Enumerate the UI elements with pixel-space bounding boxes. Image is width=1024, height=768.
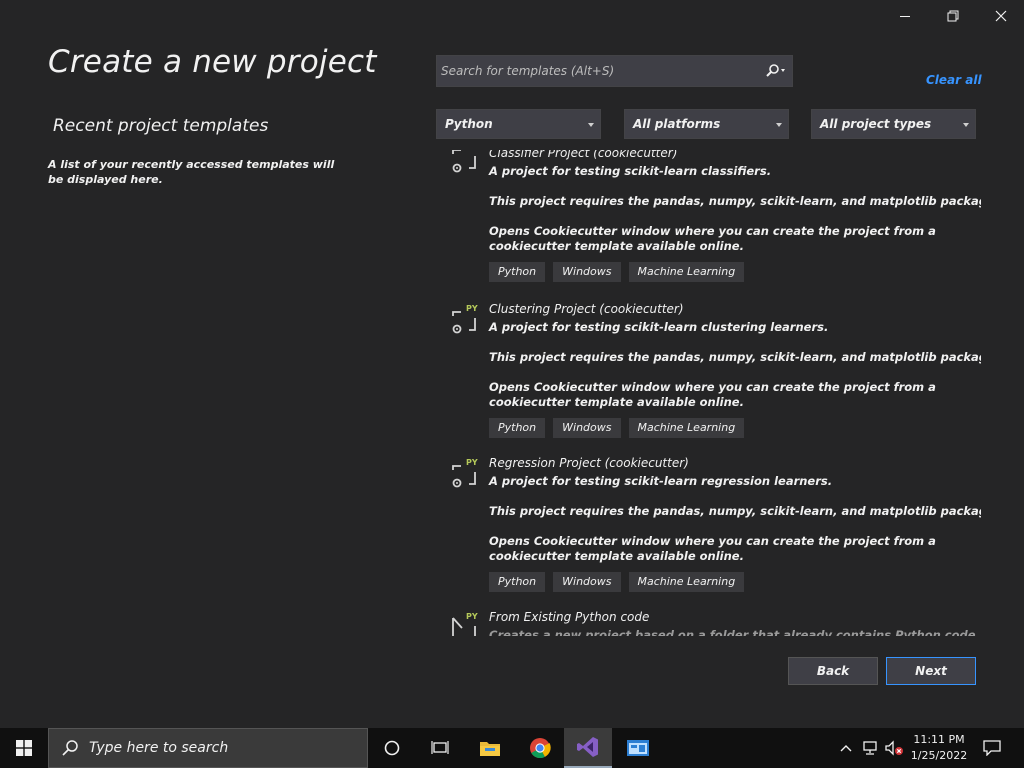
back-button[interactable]: Back xyxy=(788,657,878,685)
template-title: From Existing Python code xyxy=(489,610,650,624)
chrome-icon xyxy=(530,738,551,759)
template-item-existing-code[interactable]: PY From Existing Python code Creates a n… xyxy=(436,608,981,636)
create-project-window: Create a new project Recent project temp… xyxy=(0,0,1024,728)
template-summary: Creates a new project based on a folder … xyxy=(489,628,980,636)
close-icon xyxy=(995,10,1007,22)
volume-muted-icon xyxy=(885,740,903,756)
template-summary: A project for testing scikit-learn regre… xyxy=(489,474,833,488)
template-item-clustering[interactable]: PY Clustering Project (cookiecutter) A p… xyxy=(436,300,981,450)
taskbar-search-placeholder: Type here to search xyxy=(89,740,229,756)
chevron-up-icon xyxy=(840,745,852,752)
template-title: Regression Project (cookiecutter) xyxy=(489,456,689,470)
tag-language: Python xyxy=(489,418,546,438)
network-icon xyxy=(863,741,877,755)
task-view-button[interactable] xyxy=(416,728,464,768)
svg-text:PY: PY xyxy=(466,612,478,621)
svg-text:PY: PY xyxy=(466,304,478,313)
chevron-down-icon xyxy=(963,123,969,127)
search-button[interactable] xyxy=(762,60,790,82)
template-tags: Python Windows Machine Learning xyxy=(489,572,745,592)
template-description-line: Opens Cookiecutter window where you can … xyxy=(489,380,936,394)
platform-filter-dropdown[interactable]: All platforms xyxy=(624,109,789,139)
next-button[interactable]: Next xyxy=(886,657,976,685)
clock-date: 1/25/2022 xyxy=(910,749,968,762)
template-list[interactable]: Classifier Project (cookiecutter) A proj… xyxy=(436,150,981,636)
restore-icon xyxy=(947,10,959,22)
template-search-input[interactable] xyxy=(441,56,751,86)
search-icon xyxy=(62,740,78,756)
network-button[interactable] xyxy=(860,728,882,768)
recent-templates-heading: Recent project templates xyxy=(53,116,269,136)
restore-button[interactable] xyxy=(930,4,976,28)
file-explorer-button[interactable] xyxy=(466,728,514,768)
cortana-icon xyxy=(384,740,400,756)
template-requirements: This project requires the pandas, numpy,… xyxy=(489,350,981,364)
template-requirements: This project requires the pandas, numpy,… xyxy=(489,194,981,208)
tag-platform: Windows xyxy=(553,262,621,282)
tag-language: Python xyxy=(489,572,546,592)
project-type-filter-dropdown[interactable]: All project types xyxy=(811,109,976,139)
tag-platform: Windows xyxy=(553,418,621,438)
platform-filter-value: All platforms xyxy=(633,117,721,131)
visual-studio-button[interactable] xyxy=(564,728,612,768)
language-filter-dropdown[interactable]: Python xyxy=(436,109,601,139)
chrome-button[interactable] xyxy=(516,728,564,768)
python-project-icon: PY xyxy=(452,612,478,636)
action-center-button[interactable] xyxy=(978,728,1006,768)
minimize-icon xyxy=(900,15,910,17)
template-tags: Python Windows Machine Learning xyxy=(489,262,745,282)
template-requirements: This project requires the pandas, numpy,… xyxy=(489,504,981,518)
start-button[interactable] xyxy=(0,728,48,768)
python-project-icon: PY xyxy=(452,458,478,488)
tag-project-type: Machine Learning xyxy=(628,418,745,438)
show-hidden-icons-button[interactable] xyxy=(836,728,856,768)
template-description-line: cookiecutter template available online. xyxy=(489,395,744,409)
windows-logo-icon xyxy=(16,740,32,756)
clock-time: 11:11 PM xyxy=(913,733,965,746)
tag-project-type: Machine Learning xyxy=(628,572,745,592)
template-summary: A project for testing scikit-learn class… xyxy=(489,164,772,178)
template-title: Clustering Project (cookiecutter) xyxy=(489,302,684,316)
template-description-line: cookiecutter template available online. xyxy=(489,549,744,563)
template-description-line: Opens Cookiecutter window where you can … xyxy=(489,534,936,548)
chevron-down-icon xyxy=(776,123,782,127)
cortana-button[interactable] xyxy=(368,728,416,768)
notification-icon xyxy=(983,740,1001,756)
search-icon xyxy=(766,64,785,77)
template-search-box[interactable] xyxy=(436,55,793,87)
tag-project-type: Machine Learning xyxy=(628,262,745,282)
template-description-line: cookiecutter template available online. xyxy=(489,239,744,253)
recent-templates-empty-text: A list of your recently accessed templat… xyxy=(48,158,335,186)
volume-button[interactable] xyxy=(884,728,906,768)
task-view-icon xyxy=(431,741,449,754)
taskbar-clock[interactable]: 11:11 PM 1/25/2022 xyxy=(906,732,972,764)
control-panel-icon xyxy=(627,740,649,756)
chevron-down-icon xyxy=(588,123,594,127)
minimize-button[interactable] xyxy=(882,4,928,28)
svg-text:PY: PY xyxy=(466,458,478,467)
tag-platform: Windows xyxy=(553,572,621,592)
tag-language: Python xyxy=(489,262,546,282)
template-item-classifier[interactable]: Classifier Project (cookiecutter) A proj… xyxy=(436,150,981,296)
file-explorer-icon xyxy=(480,742,500,756)
template-item-regression[interactable]: PY Regression Project (cookiecutter) A p… xyxy=(436,454,981,604)
language-filter-value: Python xyxy=(445,117,493,131)
template-summary: A project for testing scikit-learn clust… xyxy=(489,320,829,334)
clear-all-link[interactable]: Clear all xyxy=(926,73,982,87)
close-button[interactable] xyxy=(978,4,1024,28)
project-type-filter-value: All project types xyxy=(820,117,932,131)
template-tags: Python Windows Machine Learning xyxy=(489,418,745,438)
visual-studio-icon xyxy=(577,737,598,757)
template-description-line: Opens Cookiecutter window where you can … xyxy=(489,224,936,238)
template-title: Classifier Project (cookiecutter) xyxy=(489,150,678,160)
taskbar: Type here to search 11:11 PM 1/25/2022 xyxy=(0,728,1024,768)
control-panel-button[interactable] xyxy=(614,728,662,768)
page-title: Create a new project xyxy=(48,44,377,80)
python-project-icon xyxy=(452,150,476,173)
python-project-icon: PY xyxy=(452,304,478,334)
taskbar-search-box[interactable]: Type here to search xyxy=(48,728,368,768)
